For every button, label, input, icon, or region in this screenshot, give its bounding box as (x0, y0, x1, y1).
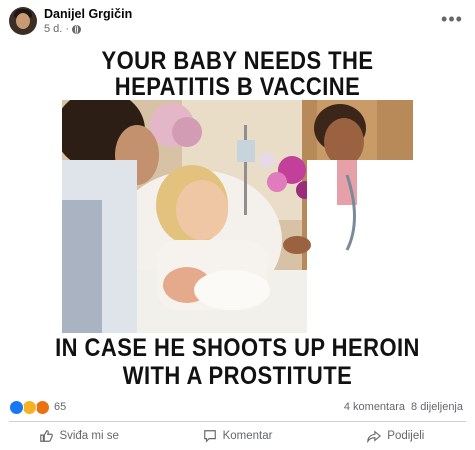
post-actions: Sviđa mi se Komentar Podijeli (0, 422, 475, 450)
like-label: Sviđa mi se (59, 430, 119, 442)
post-header: Danijel Grgičin 5 d. · ••• (0, 0, 475, 42)
share-icon (367, 430, 382, 443)
share-label: Podijeli (387, 430, 425, 442)
meta-separator: · (65, 23, 70, 35)
comment-label: Komentar (222, 430, 273, 442)
meme-bottom-line-1: IN CASE HE SHOOTS UP HEROIN (55, 334, 420, 362)
more-options-button[interactable]: ••• (439, 10, 465, 30)
post-stats: 4 komentara 8 dijeljenja (344, 401, 463, 413)
post-meta: 5 d. · (44, 23, 82, 35)
like-icon[interactable] (9, 400, 24, 415)
comment-icon (203, 430, 216, 443)
author-name[interactable]: Danijel Grgičin (44, 7, 132, 21)
comment-count[interactable]: 4 komentara (344, 401, 405, 413)
like-button[interactable]: Sviđa mi se (0, 422, 158, 450)
thumbs-up-icon (40, 430, 54, 442)
post-time[interactable]: 5 d. (44, 23, 62, 35)
haha-icon[interactable] (22, 400, 37, 415)
meme-top-line-2: HEPATITIS B VACCINE (114, 73, 361, 101)
reactions-bar: 65 4 komentara 8 dijeljenja (0, 392, 475, 422)
reaction-count[interactable]: 65 (54, 401, 66, 413)
share-count[interactable]: 8 dijeljenja (411, 401, 463, 413)
share-button[interactable]: Podijeli (317, 422, 475, 450)
comment-button[interactable]: Komentar (158, 422, 316, 450)
author-avatar[interactable] (9, 7, 37, 35)
meme-image[interactable]: YOUR BABY NEEDS THE HEPATITIS B VACCINE (0, 43, 475, 392)
angry-icon[interactable] (35, 400, 50, 415)
meme-bottom-line-2: WITH A PROSTITUTE (122, 362, 353, 390)
globe-icon (72, 24, 82, 34)
hospital-photo (62, 100, 413, 333)
